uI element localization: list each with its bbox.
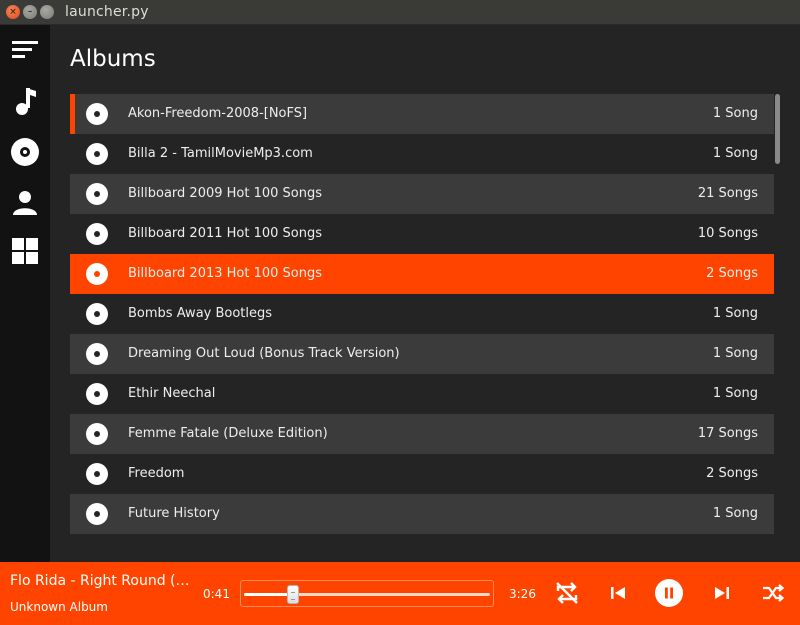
music-note-icon (16, 88, 36, 115)
title-bar: × – launcher.py (0, 0, 800, 25)
album-name: Femme Fatale (Deluxe Edition) (128, 426, 328, 441)
window-title: launcher.py (65, 4, 149, 20)
album-disc-icon (86, 143, 108, 165)
album-list[interactable]: Akon-Freedom-2008-[NoFS] 1 Song Billa 2 - … (70, 94, 774, 554)
sidebar-item-browse[interactable] (0, 229, 50, 269)
sidebar-item-songs[interactable] (0, 80, 50, 120)
sidebar-item-albums[interactable] (0, 130, 50, 170)
album-name: Freedom (128, 466, 185, 481)
album-name: Akon-Freedom-2008-[NoFS] (128, 106, 308, 121)
album-song-count: 2 Songs (706, 266, 758, 281)
next-icon (715, 587, 729, 599)
grid-icon (12, 238, 38, 264)
album-row[interactable]: Ethir Neechal 1 Song (70, 374, 774, 414)
album-name: Billboard 2011 Hot 100 Songs (128, 226, 323, 241)
album-song-count: 1 Song (712, 146, 758, 161)
album-disc-icon (86, 223, 108, 245)
album-row[interactable]: Dreaming Out Loud (Bonus Track Version) 1… (70, 334, 774, 374)
album-disc-icon (86, 183, 108, 205)
shuffle-button[interactable] (759, 579, 787, 607)
sidebar-item-artists[interactable] (0, 180, 50, 220)
album-song-count: 2 Songs (706, 466, 758, 481)
page-title: Albums (70, 46, 156, 72)
album-row[interactable]: Freedom 2 Songs (70, 454, 774, 494)
album-row[interactable]: Akon-Freedom-2008-[NoFS] 1 Song (70, 94, 774, 134)
seek-bar[interactable] (240, 580, 494, 607)
current-indicator (70, 94, 75, 134)
album-row[interactable]: Billboard 2009 Hot 100 Songs 21 Songs (70, 174, 774, 214)
main-content: Albums Akon-Freedom-2008-[NoFS] 1 Song Bil… (50, 25, 800, 562)
app-window: × – launcher.py Albums Akon-Freedom-2008… (0, 0, 800, 625)
next-button[interactable] (708, 579, 736, 607)
close-window-button[interactable]: × (6, 5, 20, 19)
now-playing-title: Flo Rida - Right Round (… (10, 573, 190, 589)
sidebar (0, 25, 50, 562)
album-row[interactable]: Bombs Away Bootlegs 1 Song (70, 294, 774, 334)
album-name: Ethir Neechal (128, 386, 216, 401)
menu-icon (12, 41, 38, 58)
album-song-count: 1 Song (712, 346, 758, 361)
seek-handle[interactable] (287, 585, 300, 604)
album-row[interactable]: Billa 2 - TamilMovieMp3.com 1 Song (70, 134, 774, 174)
artist-person-icon (13, 191, 37, 215)
album-name: Billboard 2009 Hot 100 Songs (128, 186, 323, 201)
album-disc-icon (11, 138, 39, 166)
album-disc-icon (86, 263, 108, 285)
repeat-off-icon (556, 582, 578, 604)
album-song-count: 1 Song (712, 106, 758, 121)
total-time: 3:26 (509, 587, 536, 601)
album-row[interactable]: Billboard 2013 Hot 100 Songs 2 Songs (70, 254, 774, 294)
album-row[interactable]: Femme Fatale (Deluxe Edition) 17 Songs (70, 414, 774, 454)
seek-track (244, 593, 490, 596)
album-song-count: 1 Song (712, 386, 758, 401)
seek-progress (244, 593, 294, 596)
album-song-count: 21 Songs (697, 186, 758, 201)
album-disc-icon (86, 103, 108, 125)
minimize-window-button[interactable]: – (23, 5, 37, 19)
album-row[interactable]: Billboard 2011 Hot 100 Songs 10 Songs (70, 214, 774, 254)
pause-button[interactable] (655, 579, 683, 607)
album-disc-icon (86, 303, 108, 325)
player-bar: Flo Rida - Right Round (… Unknown Album … (0, 562, 800, 625)
album-disc-icon (86, 423, 108, 445)
album-song-count: 1 Song (712, 506, 758, 521)
now-playing-album: Unknown Album (10, 600, 108, 614)
album-name: Future History (128, 506, 220, 521)
album-disc-icon (86, 503, 108, 525)
album-name: Billa 2 - TamilMovieMp3.com (128, 146, 313, 161)
previous-icon (611, 587, 625, 599)
album-disc-icon (86, 343, 108, 365)
album-song-count: 1 Song (712, 306, 758, 321)
album-song-count: 17 Songs (697, 426, 758, 441)
elapsed-time: 0:41 (203, 587, 230, 601)
album-row[interactable]: Future History 1 Song (70, 494, 774, 534)
maximize-window-button[interactable] (40, 5, 54, 19)
album-song-count: 10 Songs (697, 226, 758, 241)
scrollbar-thumb[interactable] (775, 94, 780, 164)
shuffle-icon (763, 584, 785, 602)
previous-button[interactable] (604, 579, 632, 607)
repeat-button[interactable] (553, 579, 581, 607)
album-disc-icon (86, 463, 108, 485)
sidebar-item-menu[interactable] (0, 29, 50, 69)
album-name: Bombs Away Bootlegs (128, 306, 273, 321)
album-name: Dreaming Out Loud (Bonus Track Version) (128, 346, 400, 361)
album-name: Billboard 2013 Hot 100 Songs (128, 266, 323, 281)
album-disc-icon (86, 383, 108, 405)
pause-icon (655, 579, 683, 607)
